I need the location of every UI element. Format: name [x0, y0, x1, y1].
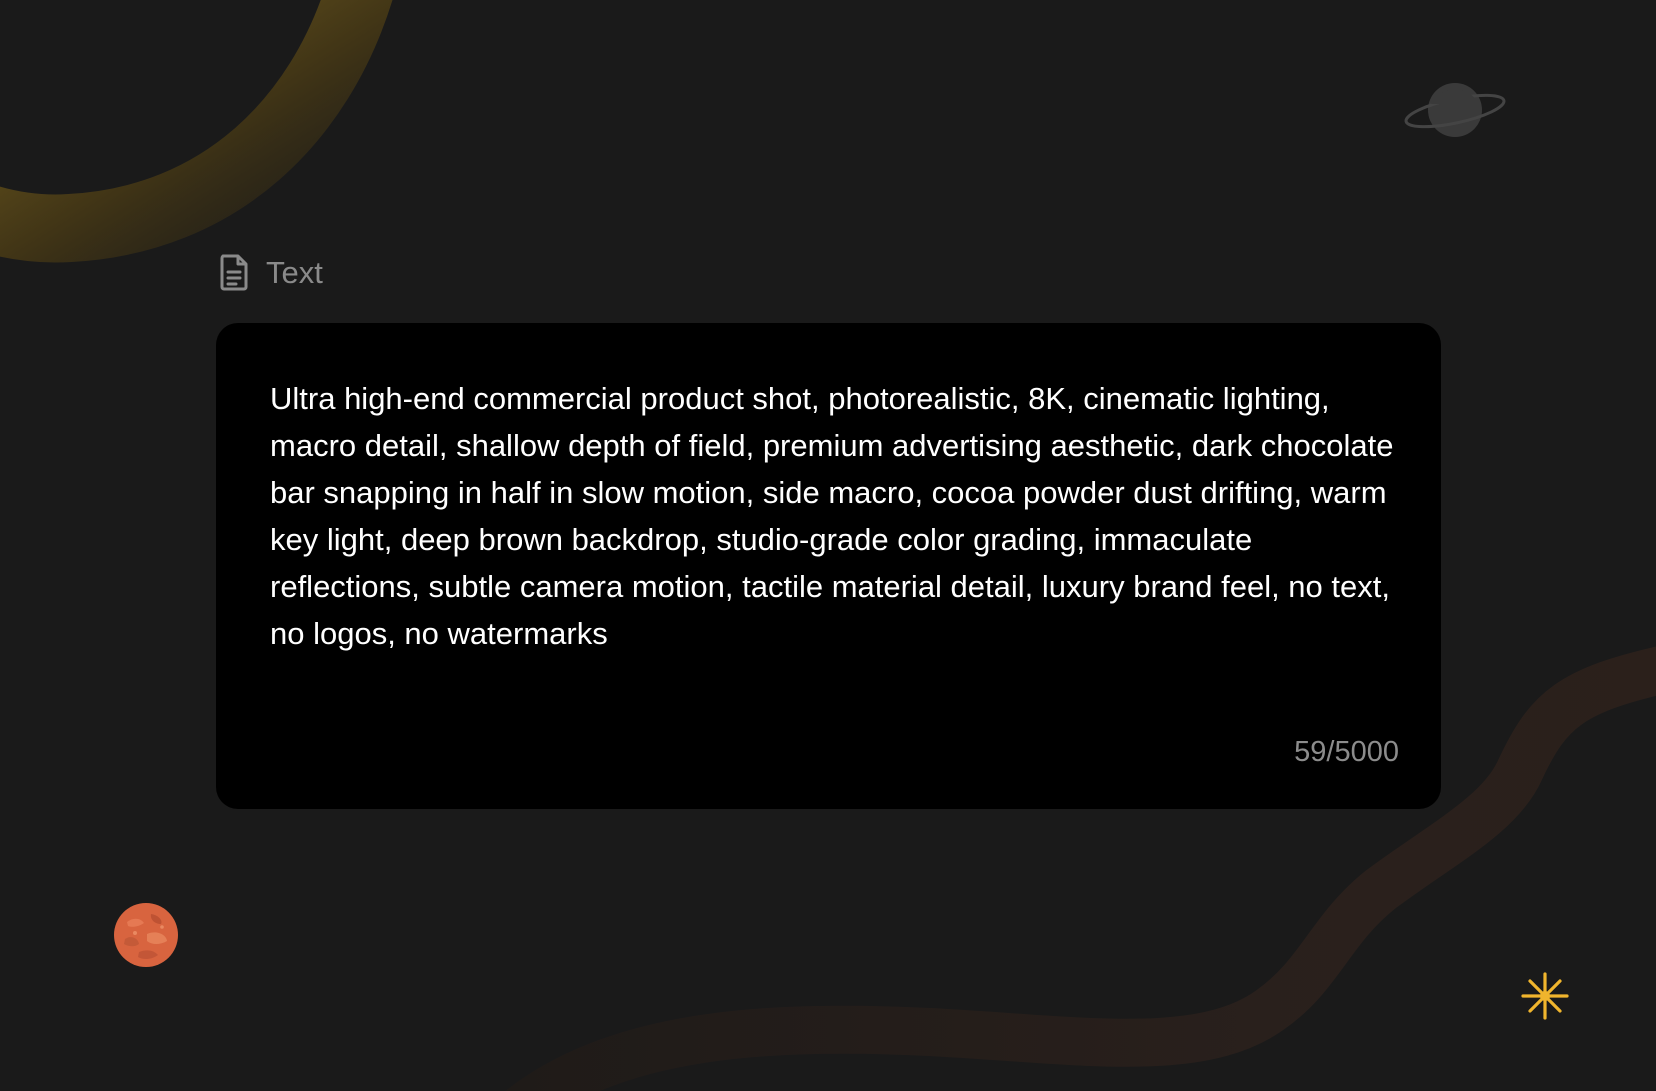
section-label: Text	[266, 254, 323, 290]
ringed-planet-icon	[1404, 83, 1506, 137]
mars-planet-icon	[114, 903, 178, 967]
prompt-textarea[interactable]: Ultra high-end commercial product shot, …	[216, 323, 1441, 809]
sparkle-icon	[1521, 972, 1569, 1020]
text-section-header: Text	[218, 252, 323, 292]
gold-arc-decoration	[0, 0, 393, 263]
character-counter: 59/5000	[1294, 736, 1399, 768]
prompt-text-value[interactable]: Ultra high-end commercial product shot, …	[270, 375, 1395, 657]
document-icon	[220, 254, 248, 291]
prompt-screen: Text Ultra high-end commercial product s…	[0, 0, 1656, 1091]
